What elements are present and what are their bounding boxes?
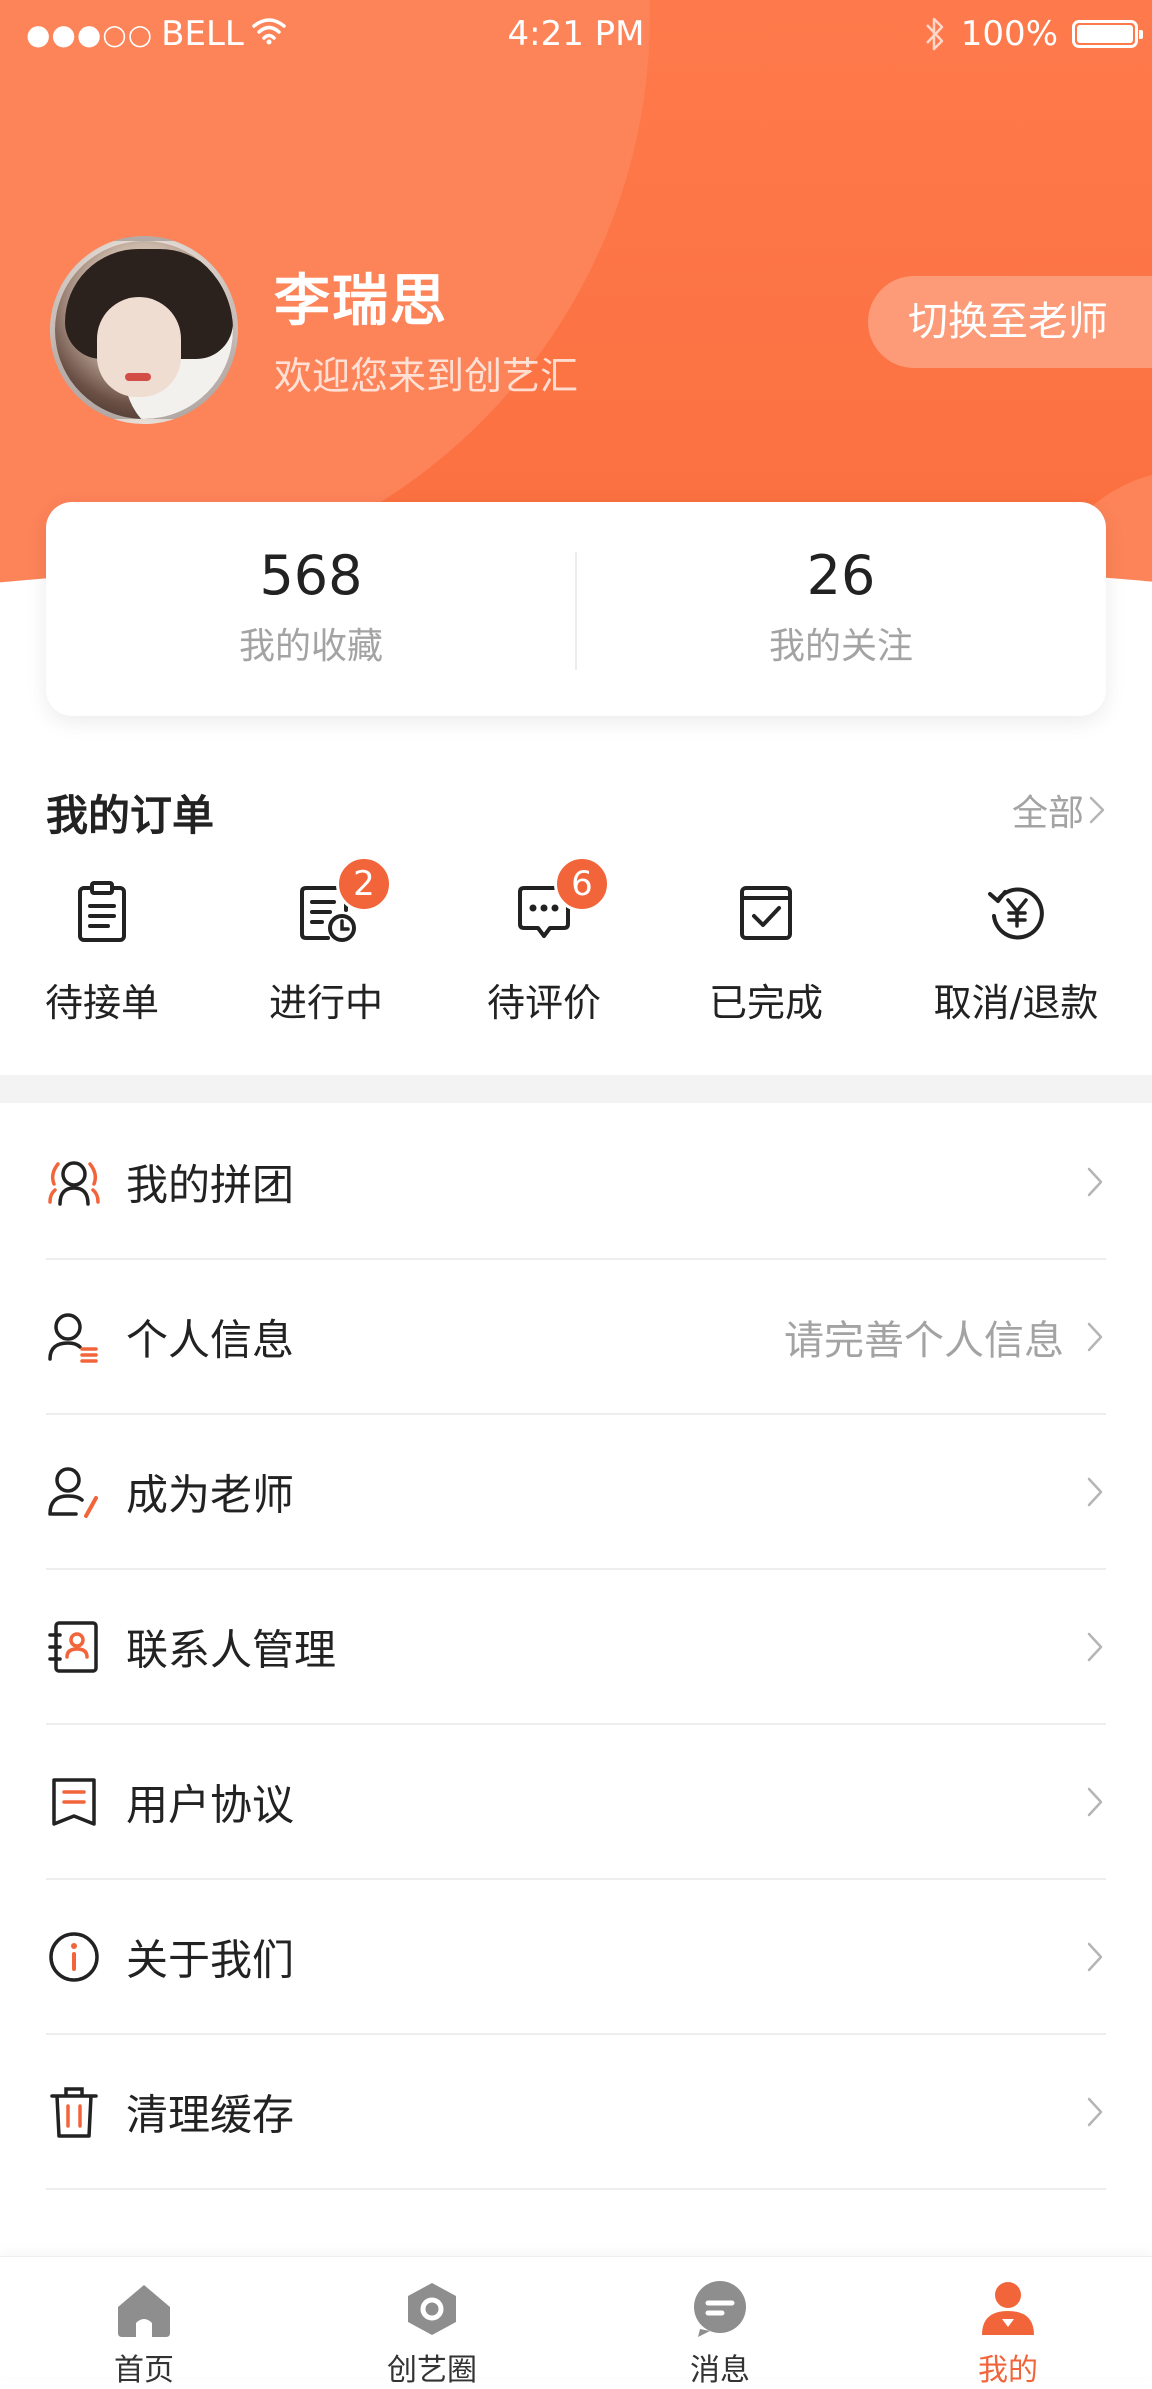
order-status-label: 取消/退款	[933, 981, 1099, 1025]
view-all-label: 全部	[1011, 793, 1084, 834]
menu-item-label: 关于我们	[126, 1935, 295, 1984]
chevron-right-icon	[1087, 1167, 1103, 1196]
bluetooth-icon	[923, 15, 947, 53]
menu-item-personal-info[interactable]: 个人信息 请完善个人信息	[46, 1260, 1106, 1415]
tab-messages[interactable]: 消息	[576, 2257, 864, 2388]
order-status-label: 已完成	[708, 981, 823, 1025]
become-teacher-icon	[46, 1464, 102, 1520]
menu-item-clear-cache[interactable]: 清理缓存	[46, 2035, 1106, 2190]
tab-home[interactable]: 首页	[0, 2257, 288, 2388]
stat-following[interactable]: 26 我的关注	[576, 502, 1106, 716]
user-name: 李瑞思	[274, 269, 448, 334]
order-status-label: 待评价	[486, 981, 601, 1025]
about-icon	[46, 1929, 102, 1985]
menu-item-label: 我的拼团	[126, 1160, 295, 1209]
order-status-label: 待接单	[44, 981, 159, 1025]
agreement-icon	[46, 1774, 102, 1830]
in-progress-icon: 2	[294, 856, 392, 944]
group-buy-icon	[46, 1154, 102, 1210]
menu-item-label: 清理缓存	[126, 2090, 295, 2139]
profile-icon	[978, 2279, 1038, 2339]
tab-label: 创艺圈	[387, 2353, 477, 2388]
chevron-right-icon	[1087, 1942, 1103, 1971]
personal-info-icon	[46, 1309, 102, 1365]
welcome-message: 欢迎您来到创艺汇	[274, 354, 579, 398]
tab-label: 我的	[978, 2353, 1038, 2388]
contacts-icon	[46, 1619, 102, 1675]
menu-item-contacts[interactable]: 联系人管理	[46, 1570, 1106, 1725]
following-label: 我的关注	[768, 626, 913, 667]
clipboard-icon	[70, 880, 134, 944]
menu-item-label: 联系人管理	[126, 1625, 337, 1674]
order-status-label: 进行中	[268, 981, 383, 1025]
switch-to-teacher-button[interactable]: 切换至老师	[868, 276, 1152, 368]
order-status-to-review[interactable]: 6 待评价	[434, 856, 654, 1027]
chevron-right-icon	[1087, 1322, 1103, 1351]
chevron-right-icon	[1089, 796, 1105, 824]
favorites-count: 568	[259, 544, 363, 607]
comment-icon: 6	[512, 856, 610, 944]
stats-card: 568 我的收藏 26 我的关注	[46, 502, 1106, 716]
menu-item-about-us[interactable]: 关于我们	[46, 1880, 1106, 2035]
tab-label: 消息	[690, 2353, 750, 2388]
menu-item-label: 成为老师	[126, 1470, 295, 1519]
tab-label: 首页	[114, 2353, 174, 2388]
tab-profile[interactable]: 我的	[864, 2257, 1152, 2388]
orders-view-all-link[interactable]: 全部	[1012, 784, 1106, 836]
tab-circle[interactable]: 创艺圈	[288, 2257, 576, 2388]
stat-favorites[interactable]: 568 我的收藏	[46, 502, 576, 716]
menu-item-label: 个人信息	[126, 1315, 295, 1364]
battery-icon	[1072, 20, 1143, 48]
favorites-label: 我的收藏	[238, 626, 383, 667]
in-progress-badge: 2	[336, 856, 392, 912]
order-status-in-progress[interactable]: 2 进行中	[216, 856, 436, 1027]
circle-icon	[402, 2279, 462, 2339]
battery-percentage: 100%	[960, 14, 1058, 54]
section-divider	[0, 1075, 1152, 1103]
status-bar: ●●●○○ BELL 4:21 PM 100%	[0, 0, 1152, 70]
following-count: 26	[806, 544, 876, 607]
menu-item-label: 用户协议	[126, 1780, 295, 1829]
order-status-pending[interactable]: 待接单	[0, 880, 212, 1027]
completed-icon	[734, 880, 798, 944]
menu-item-become-teacher[interactable]: 成为老师	[46, 1415, 1106, 1570]
to-review-badge: 6	[554, 856, 610, 912]
home-icon	[114, 2279, 174, 2339]
order-status-completed[interactable]: 已完成	[656, 880, 876, 1027]
chevron-right-icon	[1087, 1477, 1103, 1506]
chevron-right-icon	[1087, 1787, 1103, 1816]
trash-icon	[46, 2084, 102, 2140]
menu-item-group-buy[interactable]: 我的拼团	[46, 1105, 1106, 1260]
chevron-right-icon	[1087, 2097, 1103, 2126]
chevron-right-icon	[1087, 1632, 1103, 1661]
refund-icon	[984, 880, 1048, 944]
menu-item-user-agreement[interactable]: 用户协议	[46, 1725, 1106, 1880]
menu-item-hint: 请完善个人信息	[784, 1317, 1064, 1364]
bottom-tab-bar: 首页 创艺圈 消息 我的	[0, 2256, 1152, 2388]
user-avatar[interactable]	[50, 236, 238, 424]
order-status-refund[interactable]: 取消/退款	[906, 880, 1126, 1027]
message-icon	[690, 2279, 750, 2339]
orders-section-title: 我的订单	[46, 791, 215, 840]
